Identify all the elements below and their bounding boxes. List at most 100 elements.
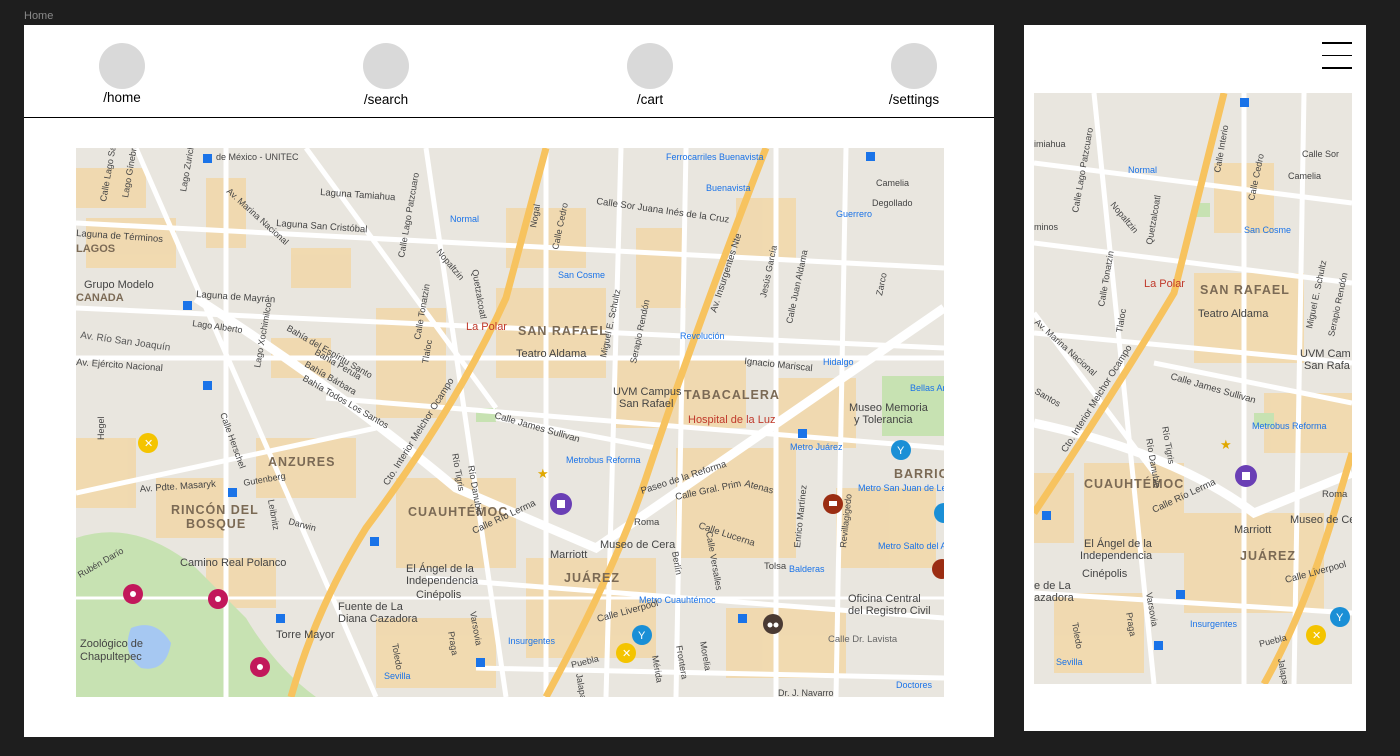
fork-knife-icon[interactable]: ✕ (1306, 625, 1326, 645)
m-map-label-angel: El Ángel de la (1084, 537, 1153, 550)
nav-cart-icon (627, 43, 673, 89)
cocktail-icon[interactable]: Y (1330, 607, 1350, 627)
nav-search-label: /search (363, 92, 409, 107)
map-label-registro: del Registro Civil (848, 605, 931, 617)
map-label-balderas: Balderas (789, 564, 825, 574)
cocktail-icon[interactable]: Y (891, 440, 911, 460)
m-map-label-teatro-aldama: Teatro Aldama (1198, 308, 1269, 320)
menu-line (1322, 67, 1352, 69)
map-label-angel: El Ángel de la (406, 562, 475, 575)
m-map-label-cuauhtemoc: CUAUHTÉMOC (1084, 476, 1184, 491)
fork-knife-icon[interactable]: ✕ (616, 643, 636, 663)
nav-item-settings[interactable]: /settings (859, 43, 969, 107)
m-map-label-normal: Normal (1128, 165, 1157, 175)
m-map-label-angel-2: Independencia (1080, 550, 1153, 562)
fork-knife-icon[interactable]: ✕ (138, 433, 158, 453)
nav-item-cart[interactable]: /cart (595, 43, 705, 107)
map-label-salto-agua: Metro Salto del Agua (878, 541, 944, 551)
nav-home-label: /home (103, 90, 141, 105)
map-label-bosque: BOSQUE (186, 517, 246, 531)
map-label-degollado: Degollado (872, 198, 913, 208)
map-label-camelia: Camelia (876, 178, 909, 188)
map-label-fuente: Fuente de La (338, 601, 404, 613)
svg-text:Y: Y (638, 630, 646, 642)
map-label-revolucion: Revolución (680, 331, 725, 341)
map-label-teatro-aldama: Teatro Aldama (516, 348, 587, 360)
m-map-label-cinepolis: Cinépolis (1082, 568, 1128, 580)
map-label-zoologico: Zoológico de (80, 638, 143, 650)
map-label-anzures: ANZURES (268, 455, 335, 469)
map-desktop-canvas[interactable]: SAN RAFAEL TABACALERA ANZURES RINCÓN DEL… (76, 148, 944, 697)
m-map-label-imiahua: imiahua (1034, 139, 1066, 149)
palette-icon[interactable] (250, 657, 270, 677)
map-label-grupo-modelo: Grupo Modelo (84, 279, 154, 291)
map-mobile[interactable]: SAN RAFAEL CUAUHTÉMOC JUÁREZ Teatro Alda… (1034, 93, 1352, 684)
map-label-doctores: Doctores (896, 680, 933, 690)
map-mobile-canvas[interactable]: SAN RAFAEL CUAUHTÉMOC JUÁREZ Teatro Alda… (1034, 93, 1352, 684)
map-label-roma: Roma (634, 517, 660, 528)
map-label-unitec: de México - UNITEC (216, 152, 299, 162)
map-label-bellas-artes: Bellas Artes (910, 383, 944, 393)
nav-cart-label: /cart (636, 92, 664, 107)
nav-home-icon (99, 43, 145, 89)
map-label-hegel: Hegel (96, 416, 106, 440)
map-label-museo-memoria: Museo Memoria (849, 402, 929, 414)
binoculars-icon[interactable] (763, 614, 783, 634)
map-label-lagos: LAGOS (76, 243, 115, 255)
map-label-cinepolis: Cinépolis (416, 589, 462, 601)
star-icon: ★ (537, 466, 549, 481)
map-label-normal: Normal (450, 214, 479, 224)
m-map-label-camelia: Camelia (1288, 171, 1321, 181)
menu-icon[interactable] (1322, 42, 1352, 70)
nav-item-search[interactable]: /search (331, 43, 441, 107)
map-label-rincon: RINCÓN DEL (171, 502, 259, 517)
nav-settings-label: /settings (888, 92, 940, 107)
map-label-navarro: Dr. J. Navarro (778, 688, 834, 697)
map-label-chapultepec: Chapultepec (80, 651, 142, 663)
map-label-barrio: BARRIO (894, 467, 944, 481)
star-icon: ★ (1220, 437, 1232, 452)
map-label-sevilla: Sevilla (384, 671, 411, 681)
palette-icon[interactable] (208, 589, 228, 609)
shopping-bag-icon[interactable] (1235, 465, 1257, 487)
mobile-frame: SAN RAFAEL CUAUHTÉMOC JUÁREZ Teatro Alda… (1024, 25, 1366, 731)
map-label-canada: CANADA (76, 292, 124, 304)
cart-icon[interactable] (823, 494, 843, 514)
map-label-torre-mayor: Torre Mayor (276, 629, 335, 641)
map-desktop[interactable]: SAN RAFAEL TABACALERA ANZURES RINCÓN DEL… (76, 148, 944, 697)
svg-text:✕: ✕ (144, 438, 153, 450)
cocktail-icon[interactable]: Y (632, 625, 652, 645)
map-label-ferrocarriles: Ferrocarriles Buenavista (666, 152, 764, 162)
map-label-tabacalera: TABACALERA (684, 388, 780, 402)
svg-text:✕: ✕ (622, 648, 631, 660)
map-label-camino-real: Camino Real Polanco (180, 557, 286, 569)
map-label-diana: Diana Cazadora (338, 613, 418, 625)
svg-text:✕: ✕ (1312, 630, 1321, 642)
m-map-label-insurgentes: Insurgentes (1190, 619, 1238, 629)
palette-icon[interactable] (123, 584, 143, 604)
m-map-label-juarez: JUÁREZ (1240, 548, 1296, 563)
m-map-label-diana: azadora (1034, 592, 1075, 604)
map-label-san-cosme: San Cosme (558, 270, 605, 280)
map-label-metro-juarez: Metro Juárez (790, 442, 843, 452)
map-label-buenavista: Buenavista (706, 183, 751, 193)
map-label-museo-cera: Museo de Cera (600, 539, 676, 551)
map-label-angel-2: Independencia (406, 575, 479, 587)
map-label-la-polar: La Polar (466, 321, 507, 333)
svg-text:Y: Y (897, 445, 905, 457)
map-label-marriott: Marriott (550, 549, 587, 561)
m-map-label-museo-cera: Museo de Ce (1290, 514, 1352, 526)
svg-text:★: ★ (1220, 437, 1232, 452)
shopping-bag-icon[interactable] (550, 493, 572, 515)
top-nav: /home /search /cart /settings (24, 25, 994, 118)
m-map-label-uvm-2: San Rafa (1304, 360, 1351, 372)
m-map-label-calle-sor: Calle Sor (1302, 149, 1339, 159)
map-label-oficina: Oficina Central (848, 593, 921, 605)
m-map-label-metrobus: Metrobus Reforma (1252, 421, 1327, 431)
svg-text:★: ★ (537, 466, 549, 481)
nav-item-home[interactable]: /home (67, 43, 177, 105)
menu-line (1322, 54, 1352, 56)
map-label-uvm-2: San Rafael (619, 398, 673, 410)
desktop-frame: /home /search /cart /settings SAN RAFAEL… (24, 25, 994, 737)
menu-line (1322, 42, 1352, 44)
